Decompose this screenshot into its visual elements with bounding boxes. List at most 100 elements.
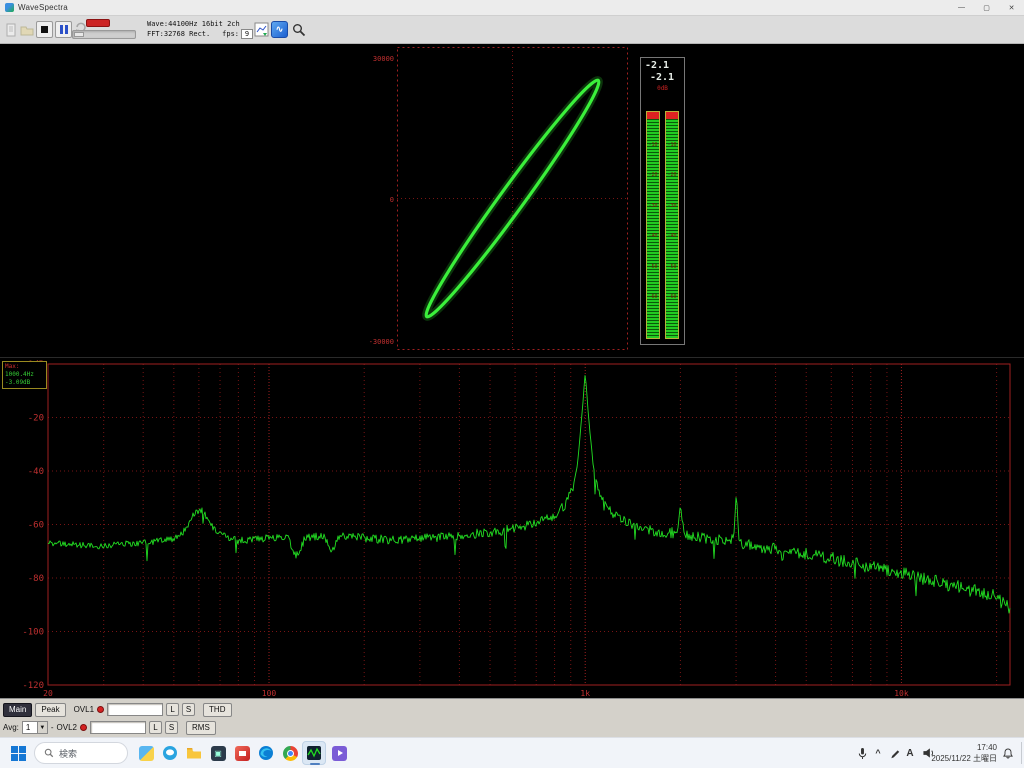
spectrum-plot: 0dB-20-40-60-80-100-120201001k10k xyxy=(0,358,1024,699)
notification-bell[interactable] xyxy=(1000,745,1016,761)
taskbar-clock[interactable]: 17:40 2025/11/22 土曜日 xyxy=(931,742,997,764)
level-meter-panel: -2.1 -2.1 0dB -10-20-30-40-50-60 -10-20-… xyxy=(640,57,685,345)
wavespectra-window: WaveSpectra — ▢ ✕ Wave:44100Hz 16bit 2ch… xyxy=(0,0,1024,768)
taskbar-chrome-browser[interactable] xyxy=(278,741,302,765)
start-button[interactable] xyxy=(8,743,29,764)
ovl1-label: OVL1 xyxy=(74,705,94,714)
lissajous-ymax-label: 30000 xyxy=(346,55,394,63)
graph-icon xyxy=(254,22,269,37)
dark-app-icon: ▣ xyxy=(211,746,226,761)
peak-button[interactable]: Peak xyxy=(35,703,65,717)
spectrum-panel: 0dB-20-40-60-80-100-120201001k10k Max: 1… xyxy=(0,357,1024,698)
chevron-down-icon[interactable]: ▼ xyxy=(37,722,47,733)
wave-format-text: Wave:44100Hz 16bit 2ch xyxy=(147,19,253,29)
overlay2-input[interactable] xyxy=(90,721,146,734)
taskbar-widgets-icon[interactable] xyxy=(134,741,158,765)
bell-icon xyxy=(1002,747,1014,760)
meter-tick-label: -30 xyxy=(666,204,678,209)
taskbar-edge-browser[interactable] xyxy=(254,741,278,765)
mail-app-icon xyxy=(235,746,250,761)
stream-info: Wave:44100Hz 16bit 2ch FFT:32768 Rect. f… xyxy=(147,19,253,39)
y-axis-tick-label: -80 xyxy=(28,574,44,584)
microphone-tray-icon[interactable] xyxy=(854,745,870,761)
stop-button[interactable] xyxy=(36,21,53,38)
title-bar: WaveSpectra — ▢ ✕ xyxy=(0,0,1024,16)
meter-tick-label: -60 xyxy=(647,295,659,300)
app-icon xyxy=(5,3,14,12)
microphone-icon xyxy=(857,747,868,760)
meter-tick-label: -20 xyxy=(666,173,678,178)
active-app-indicator xyxy=(310,763,320,765)
peak-readout-box: Max: 1000.4Hz -3.09dB xyxy=(2,361,47,389)
meter-tick-label: -50 xyxy=(666,265,678,270)
lissajous-ymin-label: -30000 xyxy=(346,338,394,346)
tray-overflow-chevron[interactable]: ^ xyxy=(870,745,886,761)
rms-button[interactable]: RMS xyxy=(186,721,216,735)
avg-select[interactable]: 1 ▼ xyxy=(22,721,48,734)
fps-label: fps: xyxy=(222,29,239,39)
graph-settings-button[interactable] xyxy=(253,21,270,38)
close-button[interactable]: ✕ xyxy=(999,0,1024,15)
taskbar-chat-app[interactable] xyxy=(158,741,182,765)
pen-icon xyxy=(889,748,900,759)
maximize-button[interactable]: ▢ xyxy=(974,0,999,15)
position-slider[interactable] xyxy=(72,30,136,39)
y-axis-tick-label: -40 xyxy=(28,467,44,477)
meter-tick-label: -60 xyxy=(666,295,678,300)
overlay1-load-button[interactable]: L xyxy=(166,703,179,716)
meter-red-cap xyxy=(647,112,659,119)
ime-mode-indicator[interactable]: A xyxy=(902,745,918,761)
search-input[interactable]: 検索 xyxy=(34,742,128,764)
thd-button[interactable]: THD xyxy=(203,703,231,717)
taskbar-file-explorer[interactable] xyxy=(182,741,206,765)
peak-freq-value: 1000.4Hz xyxy=(5,371,44,379)
meter-tick-label: -50 xyxy=(647,265,659,270)
edge-icon xyxy=(258,745,274,761)
open-file-icon[interactable] xyxy=(20,23,34,37)
overlay1-input[interactable] xyxy=(107,703,163,716)
magnifier-icon xyxy=(292,23,306,37)
x-axis-tick-label: 1k xyxy=(580,689,590,698)
search-icon xyxy=(44,748,54,758)
y-axis-tick-label: -20 xyxy=(28,414,44,424)
taskbar: 検索 ▣ xyxy=(0,737,1024,768)
y-axis-tick-label: -60 xyxy=(28,521,44,531)
search-placeholder: 検索 xyxy=(59,747,77,760)
overlay2-save-button[interactable]: S xyxy=(165,721,178,734)
chat-bubble-icon xyxy=(162,745,178,761)
y-axis-tick-label: -120 xyxy=(22,681,44,691)
overlay1-save-button[interactable]: S xyxy=(182,703,195,716)
toolbar: Wave:44100Hz 16bit 2ch FFT:32768 Rect. f… xyxy=(0,16,1024,44)
main-button[interactable]: Main xyxy=(3,703,32,717)
fps-value: 9 xyxy=(241,29,253,39)
clock-date: 2025/11/22 土曜日 xyxy=(931,753,997,764)
pause-button[interactable] xyxy=(55,21,72,38)
taskbar-dark-app[interactable]: ▣ xyxy=(206,741,230,765)
y-axis-tick-label: -100 xyxy=(22,628,44,638)
control-bar: Main Peak OVL1 L S THD Avg: 1 ▼ - OVL2 L… xyxy=(0,698,1024,737)
dash-label: - xyxy=(51,723,54,732)
windows-logo-icon xyxy=(11,746,26,761)
pen-tray-icon[interactable] xyxy=(886,745,902,761)
slider-thumb[interactable] xyxy=(74,32,84,37)
meter-bars: -10 -20 -30 -40 -50 -60 -10 -20 -30 -40 -50 -60 xyxy=(641,111,684,339)
scope-panel: 30000 0 -30000 -2.1 -2.1 0dB -10-20-30-4… xyxy=(0,44,1024,357)
new-file-icon[interactable] xyxy=(4,23,18,37)
widgets-icon xyxy=(139,746,154,761)
overlay2-load-button[interactable]: L xyxy=(149,721,162,734)
wave-display-button[interactable]: ∿ xyxy=(271,21,288,38)
stop-icon xyxy=(41,26,48,33)
taskbar-mail-app[interactable] xyxy=(230,741,254,765)
minimize-button[interactable]: — xyxy=(949,0,974,15)
taskbar-wavespectra-active[interactable] xyxy=(302,741,326,765)
meter-bar-right: -10 -20 -30 -40 -50 -60 xyxy=(665,111,679,339)
x-axis-tick-label: 20 xyxy=(43,689,53,698)
taskbar-media-app[interactable] xyxy=(327,741,351,765)
config-button[interactable] xyxy=(290,21,307,38)
meter-scale-top-label: 0dB xyxy=(641,85,684,92)
meter-left-value: -2.1 xyxy=(645,60,669,71)
ovl2-led xyxy=(80,724,87,731)
meter-tick-label: -40 xyxy=(666,234,678,239)
lissajous-display xyxy=(397,47,628,350)
meter-tick-label: -10 xyxy=(666,143,678,148)
